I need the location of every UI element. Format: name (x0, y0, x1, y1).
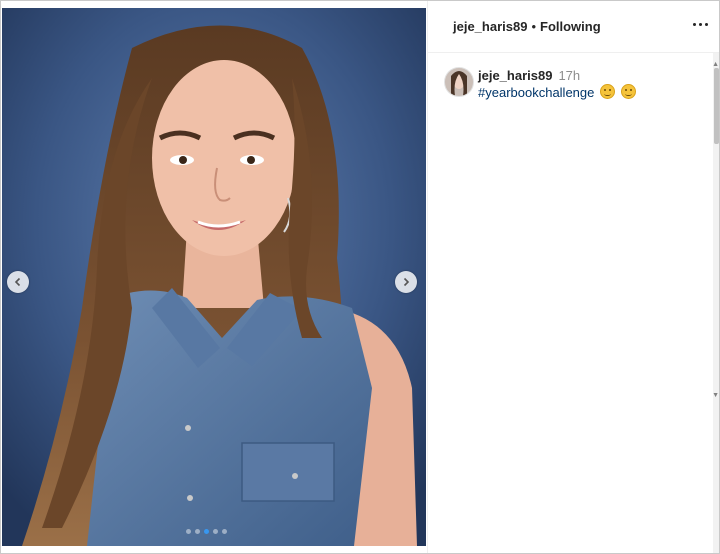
grinning-emoji-icon (600, 84, 615, 99)
portrait-photo (2, 8, 426, 546)
previous-slide-button[interactable] (7, 271, 29, 293)
carousel-dot (213, 529, 218, 534)
hashtag-link[interactable]: #yearbookchallenge (478, 85, 594, 100)
header-username-link[interactable]: jeje_haris89 (453, 19, 527, 34)
comment-timestamp[interactable]: 17h (558, 68, 580, 83)
next-slide-button[interactable] (395, 271, 417, 293)
carousel-indicator (186, 529, 227, 534)
grinning-emoji-icon (620, 84, 636, 99)
post-window: jeje_haris89 • Following jeje_haris89 17h… (0, 0, 720, 554)
more-options-icon[interactable] (691, 21, 710, 28)
carousel-dot (222, 529, 227, 534)
carousel-dot-active (204, 529, 209, 534)
comment-username-link[interactable]: jeje_haris89 (478, 68, 552, 83)
avatar-image (445, 68, 473, 96)
post-image[interactable] (2, 8, 426, 546)
following-button[interactable]: Following (540, 19, 601, 34)
scroll-up-arrow-icon[interactable]: ▲ (712, 61, 719, 68)
scroll-down-arrow-icon[interactable]: ▼ (712, 392, 719, 399)
chevron-right-icon (403, 277, 410, 287)
post-side-panel: jeje_haris89 • Following jeje_haris89 17h… (427, 1, 719, 553)
carousel-dot (195, 529, 200, 534)
header-separator: • (531, 19, 537, 34)
carousel-dot (186, 529, 191, 534)
chevron-left-icon (14, 277, 21, 287)
comments-scrollbar[interactable] (713, 53, 719, 553)
avatar[interactable] (444, 67, 474, 97)
caption-body: jeje_haris89 17h #yearbookchallenge (478, 67, 710, 101)
post-header: jeje_haris89 • Following (428, 1, 719, 53)
caption-comment: jeje_haris89 17h #yearbookchallenge (444, 67, 710, 101)
scrollbar-thumb[interactable] (714, 68, 719, 144)
